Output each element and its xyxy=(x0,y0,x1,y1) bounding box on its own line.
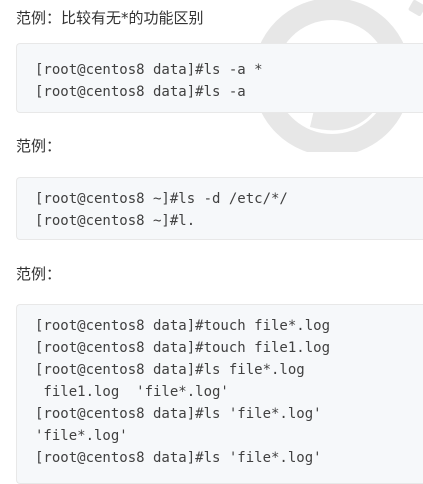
code-line: file1.log 'file*.log' xyxy=(35,384,229,400)
code-line: [root@centos8 data]#ls file*.log xyxy=(35,362,305,378)
code-line: [root@centos8 data]#touch file*.log xyxy=(35,318,331,334)
section-heading: 范例： xyxy=(16,265,62,283)
code-block: [root@centos8 data]#ls -a * [root@centos… xyxy=(16,43,423,113)
section-heading: 范例：比较有无*的功能区别 xyxy=(16,9,204,27)
code-line: [root@centos8 ~]#l. xyxy=(35,213,196,229)
code-block: [root@centos8 data]#touch file*.log [roo… xyxy=(16,304,423,484)
code-line: [root@centos8 data]#ls -a xyxy=(35,84,246,100)
code-line: [root@centos8 data]#ls 'file*.log' xyxy=(35,450,322,466)
code-line: 'file*.log' xyxy=(35,428,128,444)
code-block: [root@centos8 ~]#ls -d /etc/*/ [root@cen… xyxy=(16,177,423,240)
code-line: [root@centos8 ~]#ls -d /etc/*/ xyxy=(35,191,288,207)
code-line: [root@centos8 data]#touch file1.log xyxy=(35,340,331,356)
code-line: [root@centos8 data]#ls 'file*.log' xyxy=(35,406,322,422)
section-heading: 范例： xyxy=(16,137,62,155)
code-line: [root@centos8 data]#ls -a * xyxy=(35,62,263,78)
